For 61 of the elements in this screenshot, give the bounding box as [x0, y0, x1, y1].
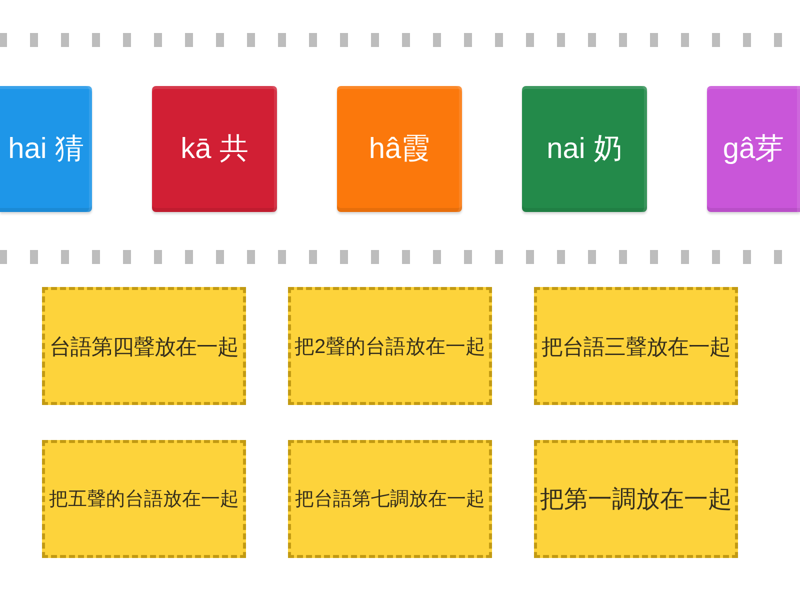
sprocket-hole [526, 33, 534, 47]
sprocket-hole [495, 33, 503, 47]
sprocket-hole [61, 33, 69, 47]
sprocket-hole [61, 250, 69, 264]
sprocket-hole [433, 33, 441, 47]
sprocket-hole [216, 33, 224, 47]
sprocket-hole [743, 33, 751, 47]
sprocket-hole [278, 33, 286, 47]
sprocket-hole [154, 33, 162, 47]
category-box[interactable]: 把台語第七調放在一起 [288, 440, 492, 558]
sprocket-hole [154, 250, 162, 264]
word-card[interactable]: nai 奶 [522, 86, 647, 212]
sprocket-hole [278, 250, 286, 264]
sprocket-hole [371, 33, 379, 47]
sprocket-hole [495, 250, 503, 264]
sprocket-hole [402, 250, 410, 264]
category-box[interactable]: 把五聲的台語放在一起 [42, 440, 246, 558]
sprocket-hole [464, 33, 472, 47]
sprocket-hole [681, 33, 689, 47]
sprocket-hole [557, 33, 565, 47]
sprocket-hole [650, 33, 658, 47]
sprocket-hole [340, 33, 348, 47]
sprocket-hole [588, 33, 596, 47]
sprocket-hole [0, 250, 7, 264]
sprocket-hole [340, 250, 348, 264]
sprocket-hole [712, 33, 720, 47]
sprocket-hole [588, 250, 596, 264]
sprocket-hole [30, 250, 38, 264]
sprocket-hole [123, 33, 131, 47]
sprocket-hole [0, 33, 7, 47]
sprocket-hole [526, 250, 534, 264]
category-box[interactable]: 把2聲的台語放在一起 [288, 287, 492, 405]
sprocket-hole [309, 250, 317, 264]
category-box[interactable]: 把第一調放在一起 [534, 440, 738, 558]
category-box[interactable]: 台語第四聲放在一起 [42, 287, 246, 405]
sprocket-hole [774, 33, 782, 47]
sprocket-hole [371, 250, 379, 264]
sprocket-hole [92, 250, 100, 264]
sprocket-hole [185, 250, 193, 264]
sprocket-hole [402, 33, 410, 47]
sprocket-hole [464, 250, 472, 264]
sprocket-hole [774, 250, 782, 264]
word-card[interactable]: gâ芽 [707, 86, 800, 212]
sprocket-hole [309, 33, 317, 47]
word-card[interactable]: kā 共 [152, 86, 277, 212]
sprocket-hole [92, 33, 100, 47]
sprocket-hole [557, 250, 565, 264]
sprocket-hole [30, 33, 38, 47]
sprocket-hole [712, 250, 720, 264]
sprocket-hole [619, 33, 627, 47]
sprocket-hole [247, 33, 255, 47]
sprocket-hole [619, 250, 627, 264]
category-box[interactable]: 把台語三聲放在一起 [534, 287, 738, 405]
sprocket-hole [123, 250, 131, 264]
sprocket-hole [743, 250, 751, 264]
sprocket-hole [433, 250, 441, 264]
sprocket-hole [185, 33, 193, 47]
sprocket-hole [681, 250, 689, 264]
sprocket-hole [247, 250, 255, 264]
sprocket-hole [216, 250, 224, 264]
sprocket-hole [650, 250, 658, 264]
